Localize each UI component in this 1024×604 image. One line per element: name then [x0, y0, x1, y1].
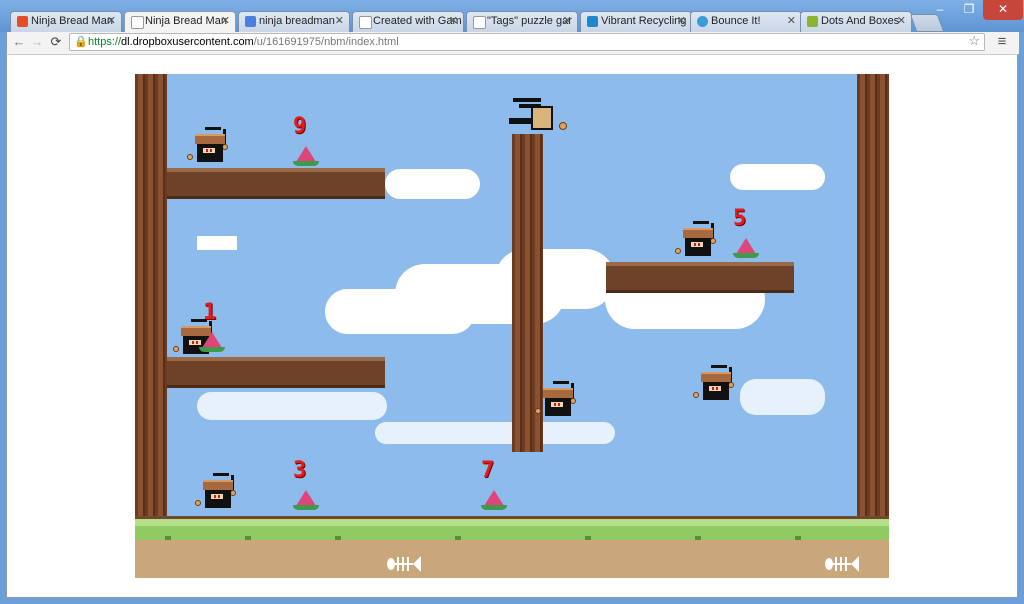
close-tab-icon[interactable]: ✕ — [107, 14, 116, 27]
close-tab-icon[interactable]: ✕ — [221, 14, 230, 27]
recycle-icon — [587, 16, 598, 27]
bookmark-star-icon[interactable]: ☆ — [968, 33, 980, 49]
page-icon — [131, 16, 144, 29]
page-icon — [359, 16, 372, 29]
grass-tuft — [245, 536, 251, 540]
reload-button[interactable]: ⟳ — [47, 33, 65, 51]
fish-bone-icon — [387, 554, 421, 574]
platform-upper-left — [167, 168, 385, 199]
tab-ninja-breadman-search[interactable]: ninja breadman - ✕ — [238, 11, 350, 32]
close-tab-icon[interactable]: ✕ — [449, 14, 458, 27]
ninja-bread-man-jumping — [505, 96, 569, 136]
close-tab-icon[interactable]: ✕ — [787, 14, 796, 27]
tab-dots-and-boxes[interactable]: Dots And Boxes ✕ — [800, 11, 912, 32]
ground-dirt — [135, 540, 889, 578]
watermelon-slice — [293, 490, 319, 512]
melon-counter: 5 — [733, 206, 747, 231]
close-tab-icon[interactable]: ✕ — [335, 14, 344, 27]
tab-tags-puzzle[interactable]: "Tags" puzzle gar ✕ — [466, 11, 578, 32]
fish-bone-icon — [825, 554, 859, 574]
leaf-icon — [807, 16, 818, 27]
tab-ninja-bread-man-1[interactable]: Ninja Bread Man ✕ — [10, 11, 122, 32]
melon-counter: 9 — [293, 114, 307, 139]
tab-ninja-bread-man-2[interactable]: Ninja Bread Man ✕ — [124, 11, 236, 33]
watermelon-slice — [293, 146, 319, 168]
lock-icon: 🔒 — [74, 36, 88, 48]
ninja-bread-man-enemy — [675, 220, 723, 260]
close-window-button[interactable]: ✕ — [983, 0, 1023, 20]
cloud — [197, 236, 237, 250]
melon-counter: 7 — [481, 458, 495, 483]
ninja-bread-man-enemy — [693, 364, 741, 404]
grass-tuft — [165, 536, 171, 540]
browser-window: Ninja Bread Man ✕ Ninja Bread Man ✕ ninj… — [0, 0, 1024, 604]
grass-tuft — [455, 536, 461, 540]
watermelon-slice — [199, 332, 225, 354]
ninja-bread-man-enemy — [535, 380, 583, 420]
cloud — [730, 164, 825, 190]
url-path: /u/161691975/nbm/index.html — [253, 36, 399, 48]
cloud — [385, 169, 480, 199]
melon-counter: 3 — [293, 458, 307, 483]
cloud — [375, 422, 615, 444]
watermelon-slice — [481, 490, 507, 512]
grass-tuft — [585, 536, 591, 540]
close-tab-icon[interactable]: ✕ — [897, 14, 906, 27]
minimize-button[interactable]: – — [925, 0, 955, 20]
globe-icon — [697, 16, 708, 27]
url-text: https://dl.dropboxusercontent.com/u/1616… — [88, 34, 399, 50]
ninja-bread-man-enemy — [187, 126, 235, 166]
back-button[interactable]: ← — [10, 33, 28, 51]
cloud — [197, 392, 387, 420]
ninja-bread-man-player — [195, 472, 243, 512]
page-icon — [473, 16, 486, 29]
google-icon — [245, 16, 256, 27]
platform-right — [606, 262, 794, 293]
grass-tuft — [795, 536, 801, 540]
chrome-menu-button[interactable]: ≡ — [993, 33, 1011, 51]
tab-bounce-it[interactable]: Bounce It! ✕ — [690, 11, 802, 32]
grass-tuft — [335, 536, 341, 540]
browser-toolbar: ← → ⟳ 🔒 https://dl.dropboxusercontent.co… — [6, 32, 1020, 54]
close-tab-icon[interactable]: ✕ — [563, 14, 572, 27]
tab-created-with-gam[interactable]: Created with Gam ✕ — [352, 11, 464, 32]
melon-counter: 1 — [203, 300, 217, 325]
url-protocol: https:// — [88, 36, 122, 48]
tab-strip: Ninja Bread Man ✕ Ninja Bread Man ✕ ninj… — [0, 0, 1024, 33]
maximize-button[interactable]: ❐ — [955, 0, 983, 20]
watermelon-slice — [733, 238, 759, 260]
grass-tuft — [695, 536, 701, 540]
html5-icon — [17, 16, 28, 27]
address-bar[interactable]: 🔒 https://dl.dropboxusercontent.com/u/16… — [69, 33, 985, 51]
platform-lower-left — [167, 357, 385, 388]
url-host: dl.dropboxusercontent.com — [121, 36, 254, 48]
tree-trunk-right — [857, 74, 889, 516]
tree-trunk-left — [135, 74, 167, 516]
tab-vibrant-recycling[interactable]: Vibrant Recycling ✕ — [580, 11, 692, 32]
cloud — [740, 379, 825, 415]
close-tab-icon[interactable]: ✕ — [677, 14, 686, 27]
forward-button[interactable]: → — [28, 33, 46, 51]
game-canvas[interactable]: 9 5 1 3 7 — [135, 74, 889, 578]
